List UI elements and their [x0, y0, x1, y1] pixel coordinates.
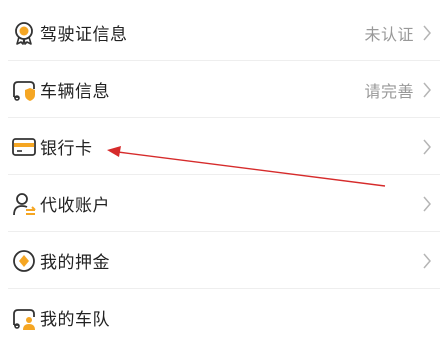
fleet-label: 我的车队 — [40, 310, 110, 330]
row-collection-account[interactable]: 代收账户 — [0, 175, 440, 232]
chevron-right-icon — [420, 194, 434, 214]
driver-license-status: 未认证 — [364, 24, 414, 44]
vehicle-shield-icon — [9, 75, 39, 105]
chevron-right-icon — [420, 137, 434, 157]
chevron-right-icon — [420, 23, 434, 43]
row-deposit[interactable]: 我的押金 — [0, 232, 440, 289]
deposit-icon — [9, 246, 39, 276]
deposit-label: 我的押金 — [40, 253, 110, 273]
collection-account-label: 代收账户 — [40, 196, 110, 216]
bank-card-icon — [9, 132, 39, 162]
driver-license-label: 驾驶证信息 — [40, 25, 128, 45]
chevron-right-icon — [420, 80, 434, 100]
vehicle-info-status: 请完善 — [364, 81, 414, 101]
vehicle-info-label: 车辆信息 — [40, 82, 110, 102]
row-driver-license[interactable]: 驾驶证信息 未认证 — [0, 4, 440, 61]
collection-account-icon — [9, 189, 39, 219]
row-vehicle-info[interactable]: 车辆信息 请完善 — [0, 61, 440, 118]
row-fleet[interactable]: 我的车队 — [0, 289, 440, 346]
bank-card-label: 银行卡 — [40, 139, 93, 159]
license-badge-icon — [9, 18, 39, 48]
chevron-right-icon — [420, 251, 434, 271]
fleet-icon — [9, 303, 39, 333]
row-bank-card[interactable]: 银行卡 — [0, 118, 440, 175]
